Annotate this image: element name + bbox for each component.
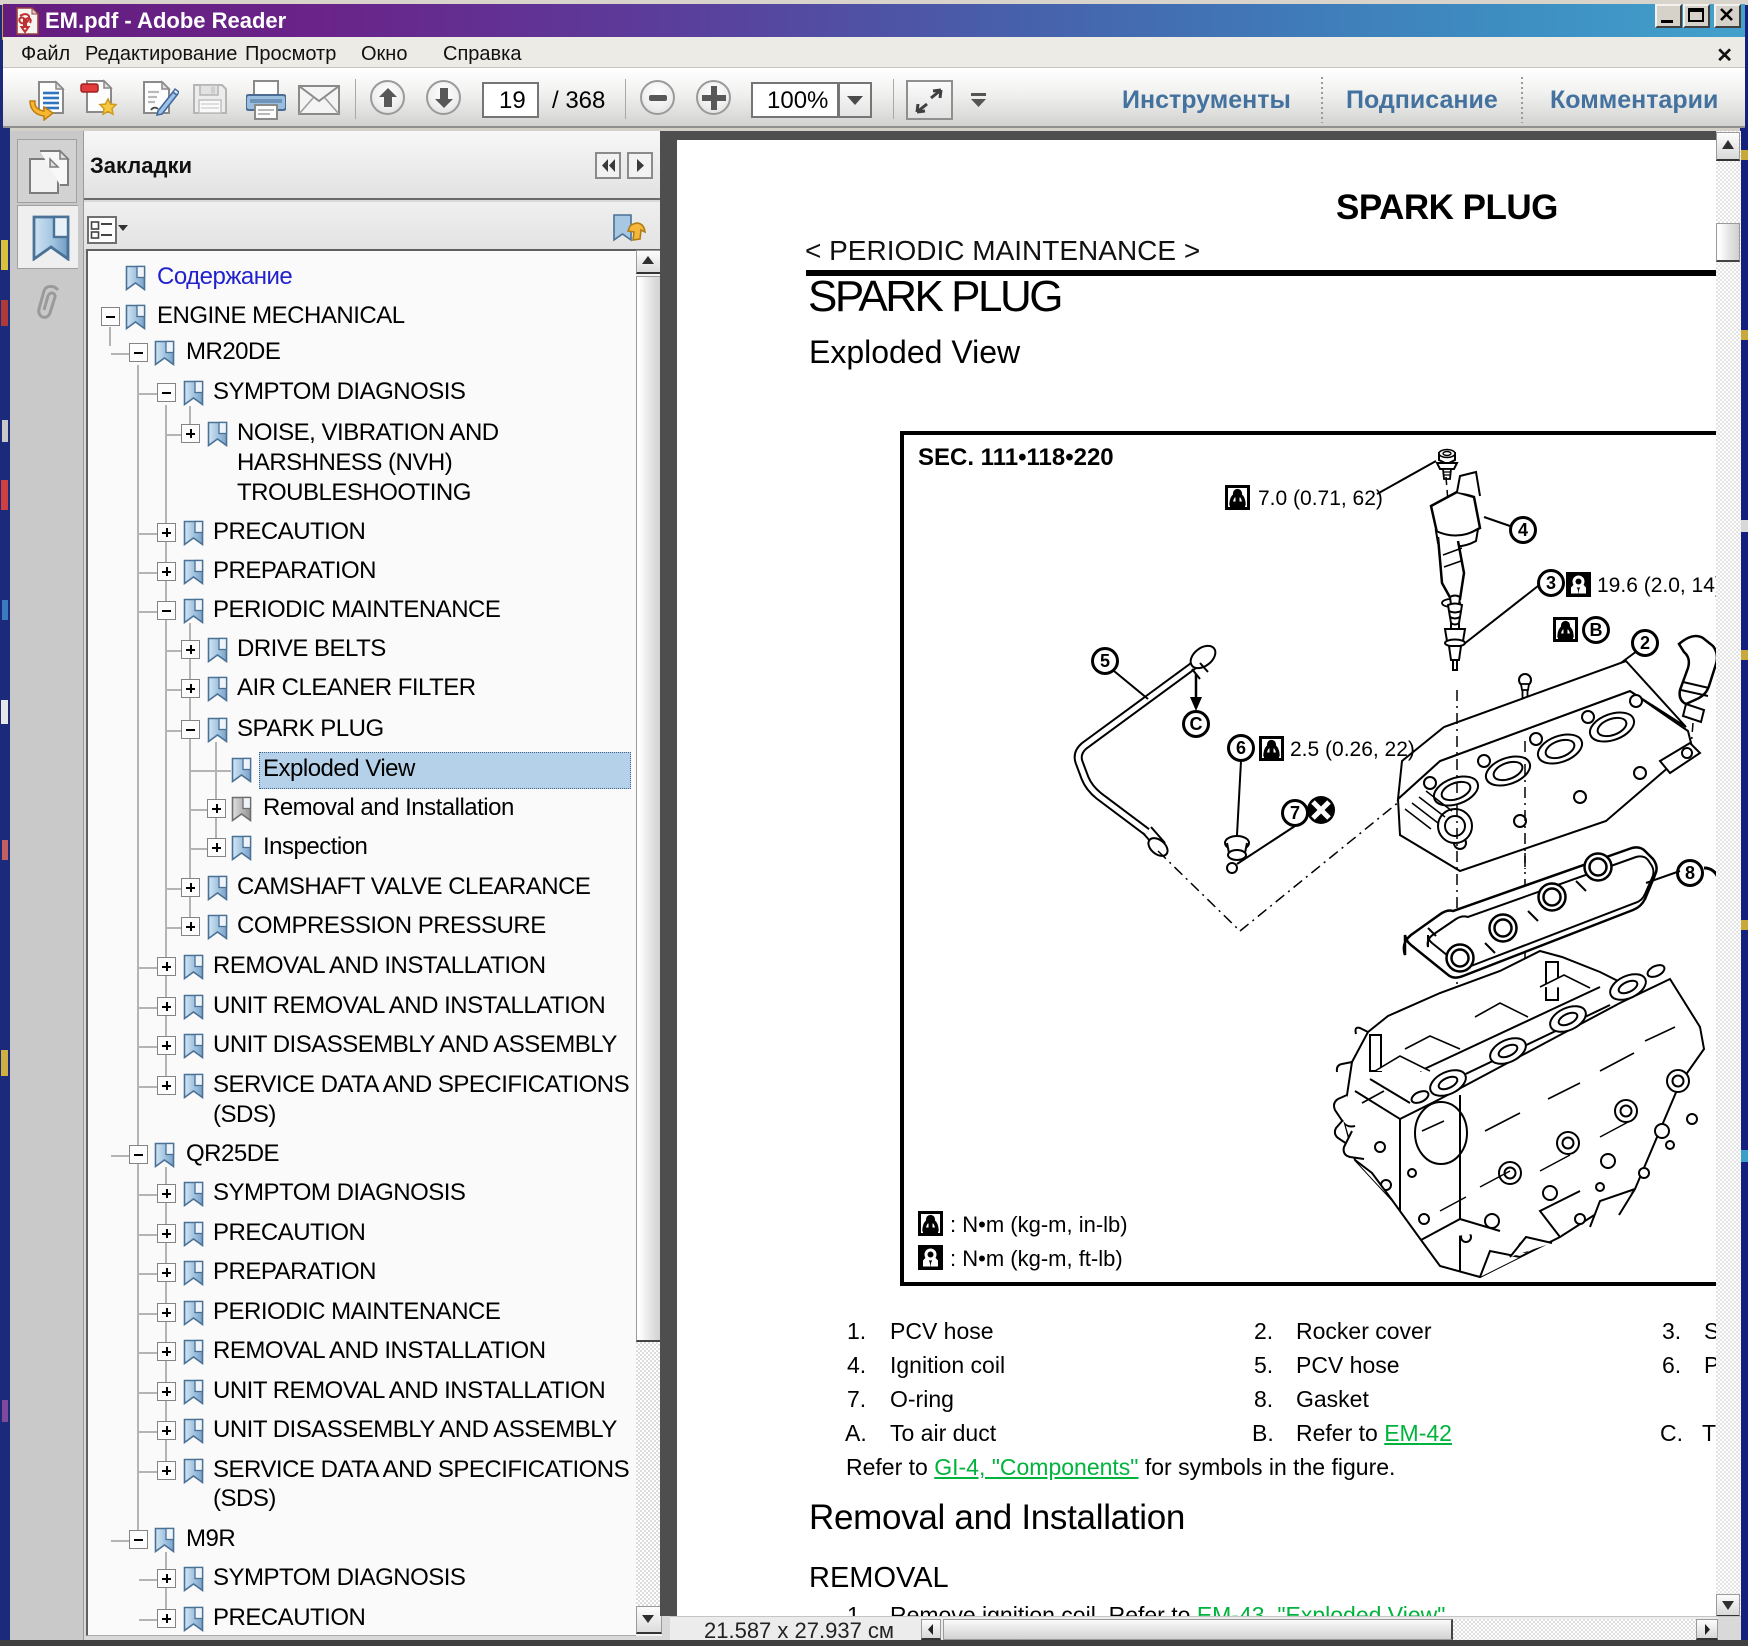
svg-text:8: 8	[1685, 863, 1695, 883]
svg-text:: N•m (kg-m, in-lb): : N•m (kg-m, in-lb)	[950, 1212, 1128, 1237]
svg-text:7.0 (0.71, 62): 7.0 (0.71, 62)	[1258, 487, 1383, 510]
svg-text:19.6 (2.0, 14): 19.6 (2.0, 14)	[1597, 574, 1716, 597]
svg-text:2: 2	[1640, 633, 1650, 653]
svg-text:7: 7	[1290, 803, 1300, 823]
svg-text:2.5 (0.26, 22): 2.5 (0.26, 22)	[1290, 738, 1415, 761]
svg-text:B: B	[1590, 620, 1603, 640]
svg-text:: N•m (kg-m, ft-lb): : N•m (kg-m, ft-lb)	[950, 1246, 1123, 1271]
svg-text:4: 4	[1518, 520, 1528, 540]
svg-text:6: 6	[1236, 738, 1246, 758]
svg-text:SEC. 111•118•220: SEC. 111•118•220	[918, 444, 1114, 471]
svg-text:5: 5	[1100, 651, 1110, 671]
svg-text:C: C	[1190, 714, 1203, 734]
svg-text:3: 3	[1546, 573, 1556, 593]
